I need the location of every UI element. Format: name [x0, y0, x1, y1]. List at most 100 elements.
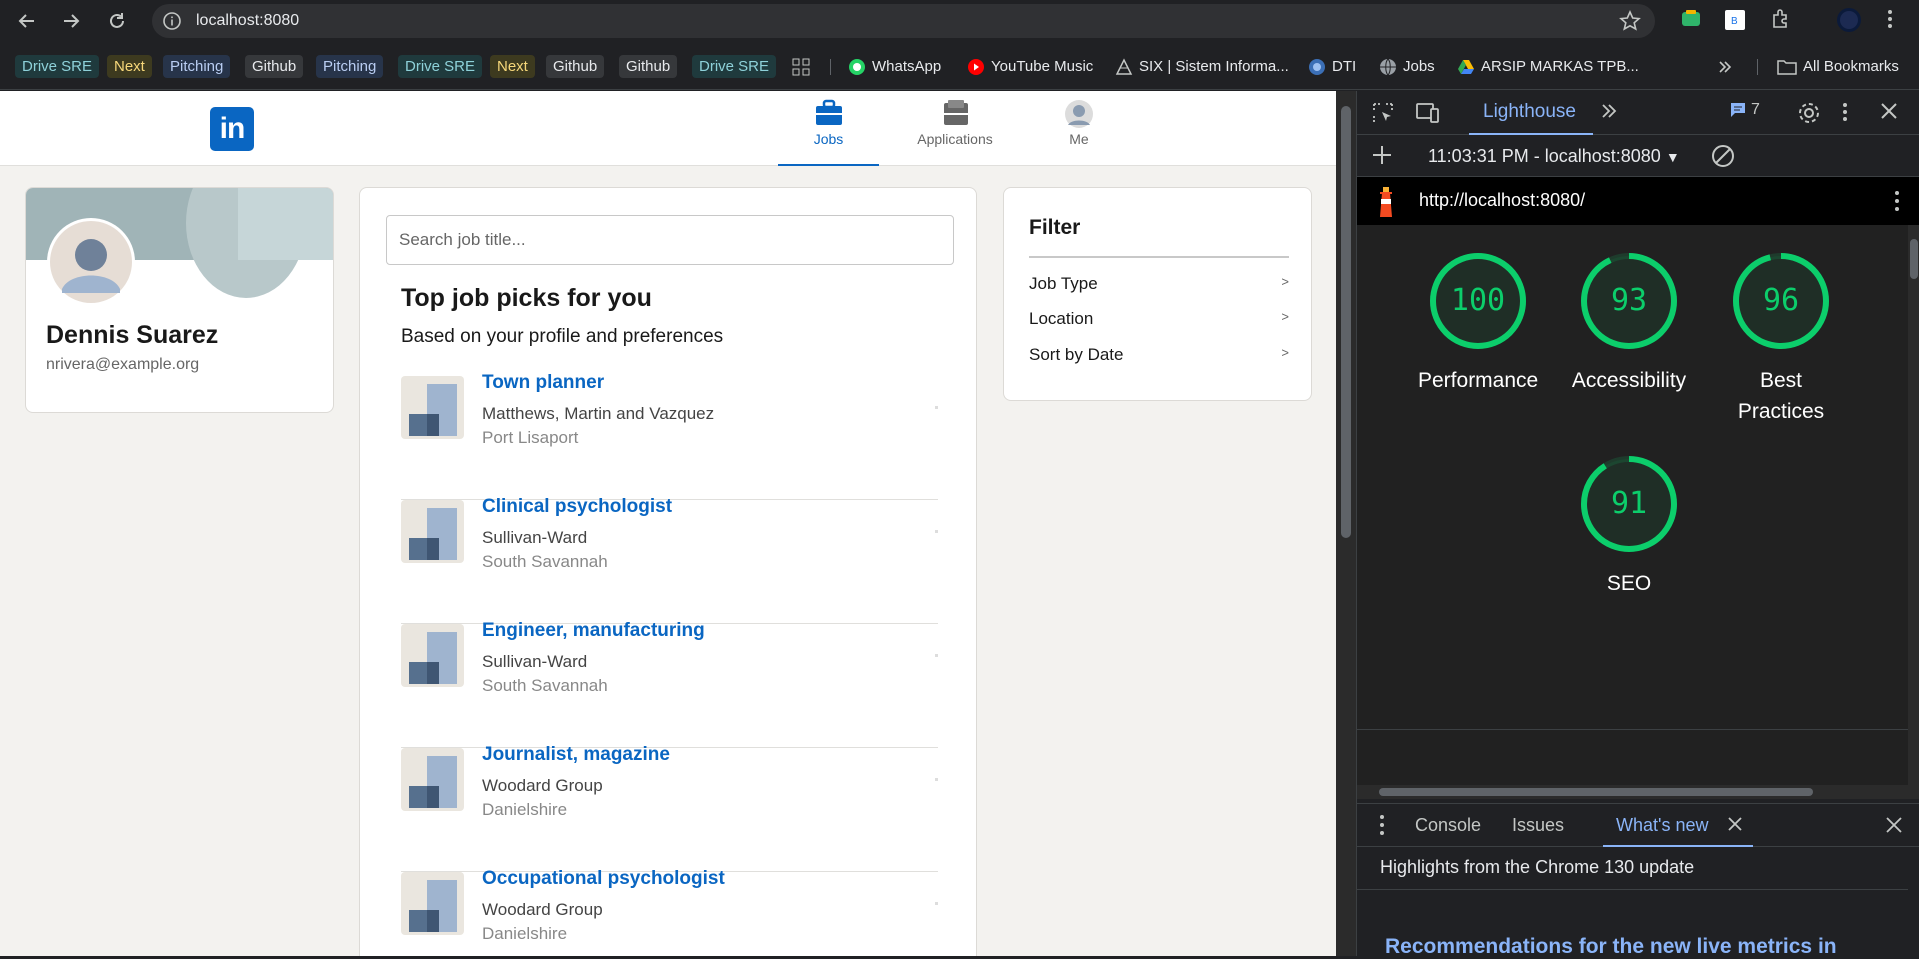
more-tabs-icon[interactable] — [1599, 101, 1619, 127]
whatsapp-icon — [849, 58, 865, 75]
settings-gear-icon[interactable] — [1797, 101, 1821, 131]
close-drawer-icon[interactable] — [1885, 816, 1903, 840]
job-title-link[interactable]: Town planner — [482, 372, 604, 394]
profile-avatar-icon[interactable] — [1836, 7, 1862, 38]
browser-menu-icon[interactable] — [1886, 8, 1894, 35]
job-list-item[interactable]: Occupational psychologist Woodard Group … — [401, 868, 938, 956]
bookmark-whatsapp[interactable]: WhatsApp — [848, 55, 941, 78]
tab-lighthouse[interactable]: Lighthouse — [1483, 101, 1576, 123]
company-logo-icon — [401, 872, 464, 935]
score-gauge-accessibility[interactable]: 93 Accessibility — [1569, 251, 1689, 396]
bookmark-dti[interactable]: DTI — [1308, 55, 1356, 78]
report-menu-icon[interactable] — [1894, 190, 1900, 212]
briefcase-icon — [815, 99, 842, 125]
extension-green-icon[interactable] — [1680, 8, 1702, 35]
extensions-puzzle-icon[interactable] — [1770, 8, 1792, 35]
bookmark-arsip[interactable]: ARSIP MARKAS TPB... — [1457, 55, 1639, 78]
forward-button[interactable] — [58, 8, 84, 34]
job-list-card: Top job picks for you Based on your prof… — [359, 187, 977, 956]
drawer-menu-icon[interactable] — [1379, 814, 1385, 842]
issues-counter[interactable]: 7 — [1729, 101, 1760, 119]
nav-jobs[interactable]: Jobs — [778, 99, 879, 166]
bookmark-youtube-music[interactable]: YouTube Music — [967, 55, 1093, 78]
job-location: South Savannah — [482, 552, 608, 571]
inspect-element-icon[interactable] — [1371, 101, 1395, 131]
filter-label: Job Type — [1029, 274, 1098, 293]
forward-arrow-icon — [64, 14, 80, 28]
tab-whats-new[interactable]: What's new — [1616, 815, 1708, 836]
address-url[interactable]: localhost:8080 — [196, 12, 299, 30]
linkedin-logo-icon[interactable]: in — [210, 107, 254, 151]
job-list-item[interactable]: Engineer, manufacturing Sullivan-Ward So… — [401, 620, 938, 748]
job-location: Danielshire — [482, 800, 568, 819]
report-selector[interactable]: 11:03:31 PM - localhost:8080 ▼ — [1428, 146, 1680, 167]
filter-sort-by-date[interactable]: Sort by Date > — [1029, 345, 1289, 365]
score-gauge-performance[interactable]: 100 Performance — [1418, 251, 1538, 396]
address-bar[interactable]: localhost:8080 — [152, 4, 1655, 38]
job-list-item[interactable]: Town planner Matthews, Martin and Vazque… — [401, 372, 938, 500]
job-title-link[interactable]: Clinical psychologist — [482, 496, 672, 518]
clear-reports-icon[interactable] — [1711, 144, 1735, 174]
score-gauge-seo[interactable]: 91 SEO — [1569, 454, 1689, 599]
devtools-toolbar: Lighthouse 7 — [1357, 91, 1919, 135]
report-url[interactable]: http://localhost:8080/ — [1419, 190, 1585, 211]
avatar[interactable] — [47, 218, 135, 306]
lighthouse-report-header: http://localhost:8080/ — [1357, 177, 1919, 225]
job-title-link[interactable]: Journalist, magazine — [482, 744, 670, 766]
report-horizontal-scrollbar[interactable] — [1357, 785, 1919, 799]
bookmark-item[interactable]: Drive SRE — [398, 55, 483, 78]
tab-issues[interactable]: Issues — [1512, 815, 1564, 836]
tab-console[interactable]: Console — [1415, 815, 1481, 836]
globe-icon — [1380, 58, 1396, 75]
back-arrow-icon — [18, 14, 34, 28]
bookmark-item[interactable]: Drive SRE — [15, 55, 100, 78]
more-bookmarks-icon[interactable] — [1717, 55, 1733, 78]
browser-toolbar: localhost:8080 B — [0, 0, 1919, 42]
bookmark-item[interactable]: Pitching — [316, 55, 384, 78]
bookmark-item[interactable]: Drive SRE — [692, 55, 777, 78]
whats-new-link[interactable]: Recommendations for the new live metrics… — [1385, 935, 1837, 959]
bookmark-six[interactable]: SIX | Sistem Informa... — [1115, 55, 1289, 78]
bookmark-jobs[interactable]: Jobs — [1379, 55, 1435, 78]
filter-job-type[interactable]: Job Type > — [1029, 274, 1289, 294]
youtube-music-icon — [968, 58, 984, 75]
nav-applications[interactable]: Applications — [910, 99, 1000, 166]
extension-b-icon[interactable]: B — [1724, 9, 1746, 36]
search-input[interactable] — [386, 215, 954, 265]
devtools-menu-icon[interactable] — [1841, 101, 1849, 129]
bookmark-item[interactable]: Github — [245, 55, 304, 78]
new-report-plus-icon[interactable] — [1371, 144, 1393, 172]
back-button[interactable] — [14, 8, 40, 34]
job-list-item[interactable]: Journalist, magazine Woodard Group Danie… — [401, 744, 938, 872]
site-info-icon[interactable] — [162, 11, 182, 31]
site-header: in Jobs Applications Me — [0, 91, 1336, 166]
report-vertical-scrollbar[interactable] — [1908, 225, 1919, 785]
close-tab-icon[interactable] — [1727, 816, 1743, 838]
bookmark-divider — [830, 59, 831, 75]
filter-location[interactable]: Location > — [1029, 309, 1289, 329]
score-value: 96 — [1762, 283, 1800, 318]
job-list-item[interactable]: Clinical psychologist Sullivan-Ward Sout… — [401, 496, 938, 624]
job-marker — [935, 654, 938, 657]
bookmark-item[interactable]: Github — [619, 55, 678, 78]
bookmark-item[interactable]: Next — [490, 55, 535, 78]
device-toolbar-icon[interactable] — [1415, 101, 1441, 131]
bookmark-item[interactable]: Pitching — [163, 55, 231, 78]
bookmark-item[interactable]: Github — [546, 55, 605, 78]
close-devtools-icon[interactable] — [1879, 101, 1899, 127]
score-gauge-best-practices[interactable]: 96 Best Practices — [1721, 251, 1841, 427]
bookmark-item[interactable]: Next — [107, 55, 152, 78]
job-company: Matthews, Martin and Vazquez — [482, 404, 715, 423]
reload-button[interactable] — [104, 8, 130, 34]
all-bookmarks-folder[interactable]: All Bookmarks — [1777, 55, 1899, 78]
whats-new-headline: Highlights from the Chrome 130 update — [1380, 857, 1695, 877]
score-value: 91 — [1610, 486, 1648, 521]
bookmark-star-icon[interactable] — [1619, 10, 1641, 32]
page-scrollbar[interactable] — [1336, 91, 1356, 956]
apps-grid-icon[interactable] — [792, 55, 810, 78]
issues-count: 7 — [1751, 101, 1760, 118]
bookmark-label: ARSIP MARKAS TPB... — [1481, 58, 1639, 75]
job-title-link[interactable]: Occupational psychologist — [482, 868, 725, 890]
nav-me[interactable]: Me — [1050, 99, 1108, 166]
job-title-link[interactable]: Engineer, manufacturing — [482, 620, 705, 642]
